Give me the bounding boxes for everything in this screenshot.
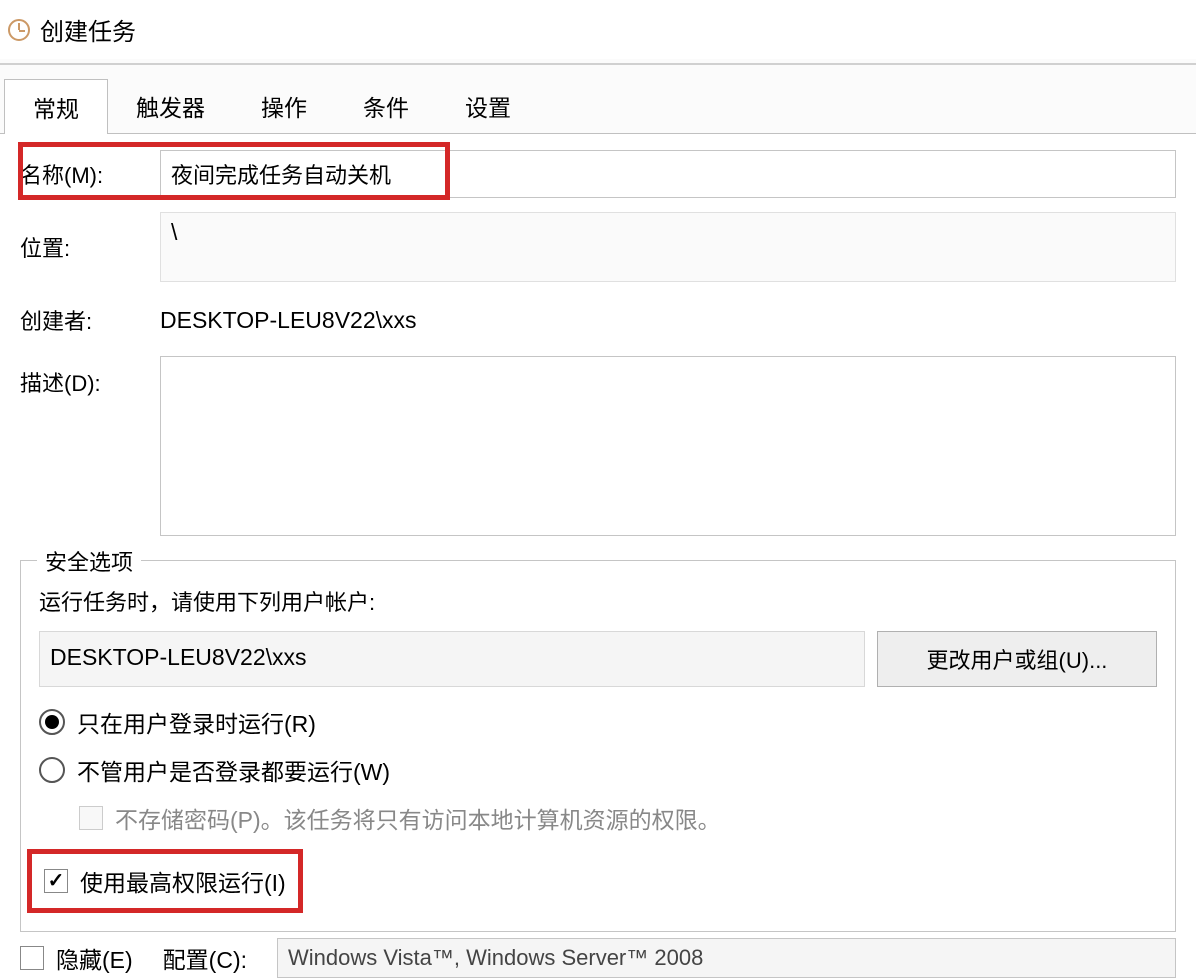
checkbox-highest-privilege[interactable] [44, 869, 68, 893]
location-label: 位置: [20, 231, 160, 263]
title-bar: 创建任务 [0, 0, 1196, 59]
creator-row: 创建者: DESKTOP-LEU8V22\xxs [0, 292, 1196, 348]
name-input[interactable] [160, 150, 1176, 198]
name-label: 名称(M): [20, 158, 160, 190]
tab-triggers[interactable]: 触发器 [108, 79, 233, 134]
clock-icon [8, 19, 30, 41]
checkbox-no-password: 不存储密码(P)。该任务将只有访问本地计算机资源的权限。 [79, 801, 1157, 835]
tab-conditions[interactable]: 条件 [335, 79, 437, 134]
change-user-button[interactable]: 更改用户或组(U)... [877, 631, 1157, 687]
checkbox-icon [20, 946, 44, 970]
radio-icon [39, 757, 65, 783]
radio-label-logged-in: 只在用户登录时运行(R) [77, 705, 316, 739]
tab-strip: 常规 触发器 操作 条件 设置 [0, 79, 1196, 134]
config-select[interactable]: Windows Vista™, Windows Server™ 2008 [277, 938, 1176, 978]
divider [0, 63, 1196, 65]
security-prompt: 运行任务时，请使用下列用户帐户: [39, 585, 1157, 617]
security-legend: 安全选项 [37, 545, 141, 577]
tab-settings[interactable]: 设置 [437, 79, 539, 134]
tab-content-general: 名称(M): 位置: \ 创建者: DESKTOP-LEU8V22\xxs 描述… [0, 133, 1196, 978]
creator-label: 创建者: [20, 304, 160, 336]
radio-icon [39, 709, 65, 735]
creator-value: DESKTOP-LEU8V22\xxs [160, 307, 417, 334]
tab-actions[interactable]: 操作 [233, 79, 335, 134]
highlight-highest-privilege: 使用最高权限运行(I) [27, 849, 303, 913]
description-input[interactable] [160, 356, 1176, 536]
location-value: \ [160, 212, 1176, 282]
checkbox-hidden[interactable]: 隐藏(E) [20, 941, 133, 975]
checkbox-icon [79, 806, 103, 830]
account-display: DESKTOP-LEU8V22\xxs [39, 631, 865, 687]
name-row: 名称(M): [0, 146, 1196, 202]
checkbox-label-highest: 使用最高权限运行(I) [80, 864, 286, 898]
config-select-value: Windows Vista™, Windows Server™ 2008 [288, 945, 703, 971]
security-options-group: 安全选项 运行任务时，请使用下列用户帐户: DESKTOP-LEU8V22\xx… [20, 560, 1176, 932]
description-label: 描述(D): [20, 356, 160, 398]
checkbox-label-no-password: 不存储密码(P)。该任务将只有访问本地计算机资源的权限。 [115, 801, 721, 835]
radio-run-any[interactable]: 不管用户是否登录都要运行(W) [39, 753, 1157, 787]
checkbox-label-hidden: 隐藏(E) [56, 941, 133, 975]
radio-run-logged-in[interactable]: 只在用户登录时运行(R) [39, 705, 1157, 739]
radio-label-any: 不管用户是否登录都要运行(W) [77, 753, 390, 787]
window-title: 创建任务 [40, 12, 136, 47]
location-row: 位置: \ [0, 212, 1196, 282]
tab-general[interactable]: 常规 [4, 79, 108, 134]
account-row: DESKTOP-LEU8V22\xxs 更改用户或组(U)... [39, 631, 1157, 687]
bottom-row: 隐藏(E) 配置(C): Windows Vista™, Windows Ser… [0, 932, 1196, 978]
config-label: 配置(C): [163, 941, 247, 975]
description-row: 描述(D): [0, 356, 1196, 536]
